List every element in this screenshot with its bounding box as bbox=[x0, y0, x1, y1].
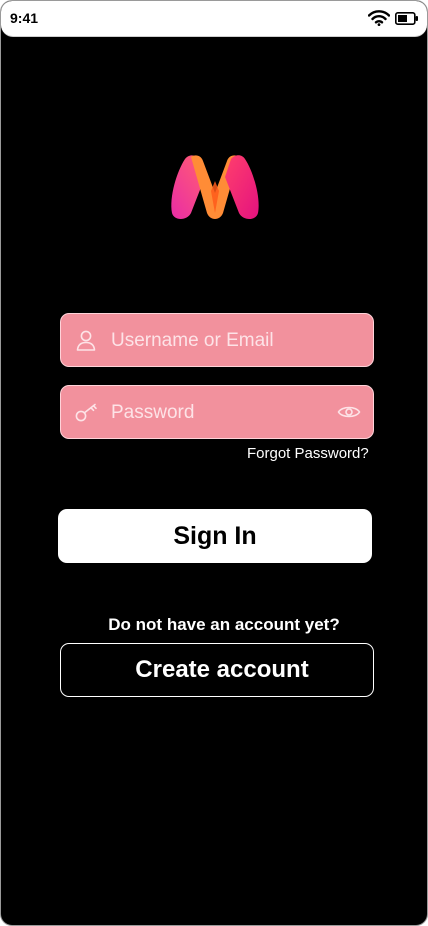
sign-in-button[interactable]: Sign In bbox=[58, 509, 372, 563]
user-icon bbox=[76, 330, 96, 351]
wifi-icon bbox=[368, 10, 390, 26]
phone-screen: 9:41 Username or Email Password Forgot P… bbox=[0, 0, 428, 926]
forgot-password-link[interactable]: Forgot Password? bbox=[247, 445, 369, 462]
password-placeholder: Password bbox=[111, 402, 195, 423]
username-field[interactable]: Username or Email bbox=[60, 313, 374, 367]
status-bar: 9:41 bbox=[1, 1, 427, 37]
username-placeholder: Username or Email bbox=[111, 330, 274, 351]
create-account-button[interactable]: Create account bbox=[60, 643, 374, 697]
no-account-prompt: Do not have an account yet? bbox=[108, 615, 340, 634]
key-icon bbox=[75, 403, 97, 422]
brand-logo bbox=[171, 155, 259, 219]
status-time: 9:41 bbox=[10, 10, 39, 26]
battery-icon bbox=[395, 12, 418, 25]
password-field[interactable]: Password bbox=[60, 385, 374, 439]
eye-icon[interactable] bbox=[337, 402, 361, 422]
